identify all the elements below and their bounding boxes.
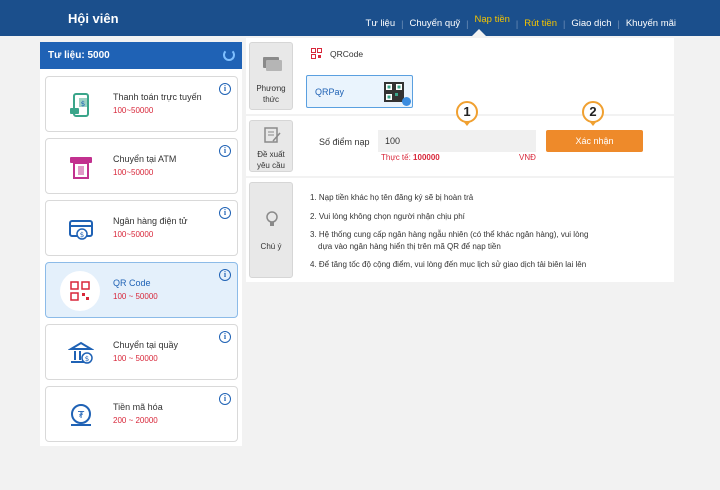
note-item: 1. Nạp tiền khác họ tên đăng ký sẽ bị ho… — [310, 193, 474, 202]
method-title: Ngân hàng điện tử — [113, 216, 188, 226]
top-nav: Tư liệu | Chuyển quỹ | Nạp tiền | Rút ti… — [360, 14, 682, 29]
atm-icon — [70, 157, 92, 179]
amount-label: Số điểm nạp — [319, 137, 370, 147]
svg-text:$: $ — [85, 355, 89, 363]
svg-text:₮: ₮ — [78, 410, 85, 421]
svg-text:$: $ — [80, 231, 84, 239]
method-range: 100~50000 — [113, 106, 154, 115]
method-title: Tiền mã hóa — [113, 402, 163, 412]
card-icon — [263, 57, 282, 71]
method-range: 100~50000 — [113, 230, 154, 239]
method-range: 200 ~ 20000 — [113, 416, 158, 425]
method-range: 100 ~ 50000 — [113, 292, 158, 301]
method-title: Chuyển tại quầy — [113, 340, 179, 350]
method-card-atm[interactable]: Chuyển tại ATM 100~50000 i — [45, 138, 238, 194]
ebank-icon: $ — [69, 220, 93, 240]
lightbulb-icon — [266, 211, 278, 226]
balance-label: Tư liệu: 5000 — [48, 50, 110, 61]
edit-icon — [264, 127, 281, 143]
nav-nap-tien[interactable]: Nạp tiền — [469, 14, 516, 25]
nav-tu-lieu[interactable]: Tư liệu — [360, 18, 402, 29]
info-icon[interactable]: i — [219, 83, 231, 95]
tab-qrcode[interactable]: QRCode — [311, 48, 363, 59]
method-range: 100 ~ 50000 — [113, 354, 158, 363]
currency-unit: VNĐ — [519, 153, 536, 162]
active-nav-caret — [472, 29, 486, 36]
note-item: 2. Vui lòng không chọn người nhận chịu p… — [310, 211, 465, 221]
sidebar: Tư liệu: 5000 $ Thanh toán trực tuyến 10… — [40, 42, 242, 446]
nav-giao-dich[interactable]: Giao dịch — [565, 18, 617, 29]
notes-list: 1. Nạp tiền khác họ tên đăng ký sẽ bị ho… — [310, 192, 588, 278]
svg-text:$: $ — [81, 100, 85, 108]
method-title: Thanh toán trực tuyến — [113, 92, 202, 102]
info-icon[interactable]: i — [219, 207, 231, 219]
method-card-ebank[interactable]: $ Ngân hàng điện tử 100~50000 i — [45, 200, 238, 256]
method-card-online[interactable]: $ Thanh toán trực tuyến 100~50000 i — [45, 76, 238, 132]
method-title: Chuyển tại ATM — [113, 154, 177, 164]
qr-code-icon — [60, 271, 100, 311]
request-label: Đề xuất yêu cầu — [249, 120, 293, 172]
mobile-pay-icon: $ — [70, 93, 89, 117]
method-label: Phương thức — [249, 42, 293, 110]
info-icon[interactable]: i — [219, 269, 231, 281]
note-item: 4. Để tăng tốc độ cộng điểm, vui lòng đế… — [310, 260, 587, 269]
note-item: 3. Hệ thống cung cấp ngân hàng ngẫu nhiê… — [310, 230, 589, 251]
method-card-counter[interactable]: $ Chuyển tại quầy 100 ~ 50000 i — [45, 324, 238, 380]
sidebar-header: Tư liệu: 5000 — [40, 42, 242, 69]
notes-label: Chú ý — [249, 182, 293, 278]
method-card-crypto[interactable]: ₮ Tiền mã hóa 200 ~ 20000 i — [45, 386, 238, 442]
qrpay-option[interactable]: QRPay — [306, 75, 413, 108]
method-card-qrcode[interactable]: QR Code 100 ~ 50000 i — [45, 262, 238, 318]
confirm-button[interactable]: Xác nhận — [546, 130, 643, 152]
crypto-icon: ₮ — [71, 404, 91, 426]
method-range: 100~50000 — [113, 168, 154, 177]
nav-chuyen-quy[interactable]: Chuyển quỹ — [403, 18, 466, 29]
info-icon[interactable]: i — [219, 145, 231, 157]
method-title: QR Code — [113, 278, 151, 288]
brand-title: Hội viên — [68, 11, 119, 26]
qrpay-logo-icon — [384, 82, 404, 102]
nav-rut-tien[interactable]: Rút tiền — [518, 18, 563, 29]
selected-check-icon — [402, 97, 411, 106]
step-marker-2: 2 — [582, 101, 604, 126]
refresh-icon[interactable] — [223, 49, 235, 61]
bank-counter-icon: $ — [68, 341, 94, 364]
actual-amount: Thực tế: 100000 — [381, 153, 440, 162]
nav-khuyen-mai[interactable]: Khuyến mãi — [620, 18, 682, 29]
step-marker-1: 1 — [456, 101, 478, 126]
top-bar: Hội viên Tư liệu | Chuyển quỹ | Nạp tiền… — [0, 0, 720, 36]
qr-small-icon — [311, 48, 322, 59]
info-icon[interactable]: i — [219, 393, 231, 405]
amount-input[interactable] — [378, 130, 536, 152]
info-icon[interactable]: i — [219, 331, 231, 343]
